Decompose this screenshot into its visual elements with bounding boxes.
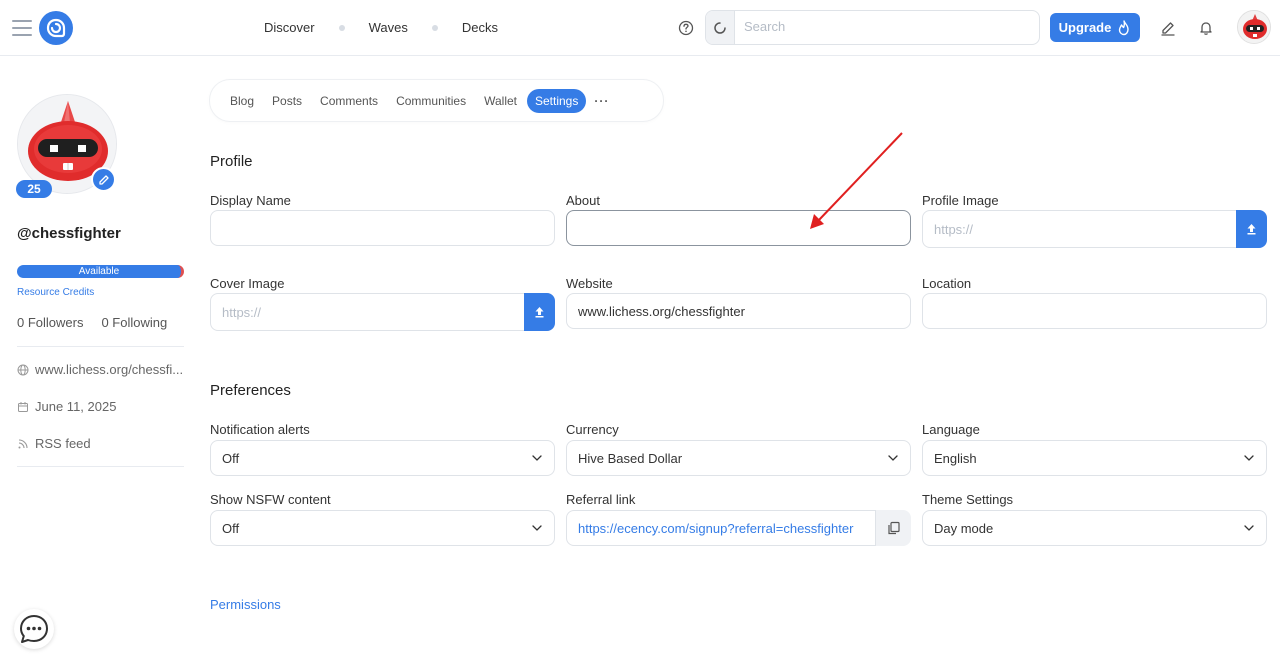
- currency-value: Hive Based Dollar: [578, 450, 683, 466]
- edit-icon[interactable]: [1160, 20, 1176, 39]
- chevron-down-icon: [1244, 525, 1254, 531]
- ecency-logo[interactable]: [39, 11, 73, 45]
- upload-icon: [535, 307, 544, 318]
- notification-value: Off: [222, 450, 240, 466]
- edit-avatar-button[interactable]: [91, 167, 116, 192]
- nsfw-select[interactable]: Off: [210, 510, 555, 546]
- joined-date: June 11, 2025: [35, 399, 117, 414]
- copy-referral-button[interactable]: [875, 510, 911, 546]
- follow-stats: 0 Followers 0 Following: [17, 315, 167, 330]
- about-field[interactable]: [566, 210, 911, 246]
- followers-count[interactable]: 0 Followers: [17, 315, 83, 330]
- tab-comments[interactable]: Comments: [312, 89, 386, 113]
- main-nav: Discover Waves Decks: [264, 20, 498, 35]
- notification-select[interactable]: Off: [210, 440, 555, 476]
- profile-section-title: Profile: [210, 153, 253, 170]
- tab-wallet[interactable]: Wallet: [476, 89, 525, 113]
- preferences-section-title: Preferences: [210, 382, 291, 399]
- referral-label: Referral link: [566, 492, 636, 507]
- website-field[interactable]: www.lichess.org/chessfighter: [566, 293, 911, 329]
- cover-image-label: Cover Image: [210, 276, 285, 291]
- chevron-down-icon: [532, 455, 542, 461]
- theme-value: Day mode: [934, 520, 994, 536]
- chevron-down-icon: [888, 455, 898, 461]
- tab-settings[interactable]: Settings: [527, 88, 587, 113]
- refresh-icon[interactable]: [706, 11, 735, 44]
- tab-posts[interactable]: Posts: [264, 89, 310, 113]
- currency-select[interactable]: Hive Based Dollar: [566, 440, 911, 476]
- cover-image-placeholder: https://: [222, 304, 262, 320]
- referral-link-field[interactable]: https://ecency.com/signup?referral=chess…: [566, 510, 876, 546]
- theme-label: Theme Settings: [922, 492, 1014, 507]
- profile-website[interactable]: www.lichess.org/chessfi...: [17, 362, 184, 377]
- currency-label: Currency: [566, 422, 619, 437]
- notification-label: Notification alerts: [210, 422, 310, 437]
- user-avatar[interactable]: [1237, 10, 1271, 44]
- profile-joined: June 11, 2025: [17, 399, 184, 414]
- profile-image-upload-button[interactable]: [1236, 210, 1267, 248]
- resource-credits-link[interactable]: Resource Credits: [17, 287, 94, 298]
- more-tabs-icon[interactable]: ···: [594, 94, 609, 108]
- chevron-down-icon: [532, 525, 542, 531]
- profile-tabs: Blog Posts Comments Communities Wallet S…: [210, 80, 663, 121]
- search-bar: [705, 10, 1040, 45]
- resource-credits-bar: Available: [17, 265, 184, 278]
- upload-icon: [1247, 224, 1256, 235]
- profile-image-label: Profile Image: [922, 193, 999, 208]
- rss-icon: [18, 438, 28, 448]
- website-text: www.lichess.org/chessfi...: [35, 362, 184, 377]
- menu-icon[interactable]: [12, 20, 32, 36]
- location-field[interactable]: [922, 293, 1267, 329]
- display-name-field[interactable]: [210, 210, 555, 246]
- divider: [17, 466, 184, 467]
- tab-communities[interactable]: Communities: [388, 89, 474, 113]
- upgrade-label: Upgrade: [1058, 20, 1112, 35]
- help-icon[interactable]: [678, 20, 694, 36]
- theme-select[interactable]: Day mode: [922, 510, 1267, 546]
- permissions-link[interactable]: Permissions: [210, 597, 281, 612]
- profile-image-field[interactable]: https://: [922, 210, 1242, 248]
- following-count[interactable]: 0 Following: [101, 315, 167, 330]
- divider: [17, 346, 184, 347]
- nav-waves[interactable]: Waves: [369, 20, 408, 35]
- nsfw-value: Off: [222, 520, 240, 536]
- calendar-icon: [18, 401, 28, 412]
- rss-text: RSS feed: [35, 436, 91, 451]
- top-bar: Discover Waves Decks Upgrade: [0, 0, 1280, 56]
- nav-discover[interactable]: Discover: [264, 20, 315, 35]
- nav-decks[interactable]: Decks: [462, 20, 498, 35]
- cover-image-upload-button[interactable]: [524, 293, 555, 331]
- search-input[interactable]: [744, 19, 1024, 34]
- profile-username: @chessfighter: [17, 225, 121, 242]
- bell-icon[interactable]: [1198, 20, 1214, 39]
- nav-separator: [338, 24, 345, 31]
- profile-image-placeholder: https://: [934, 221, 974, 237]
- copy-icon: [888, 521, 900, 535]
- globe-icon: [17, 364, 29, 375]
- upgrade-button[interactable]: Upgrade: [1050, 13, 1140, 42]
- tab-blog[interactable]: Blog: [222, 89, 262, 113]
- display-name-label: Display Name: [210, 193, 291, 208]
- language-label: Language: [922, 422, 980, 437]
- flame-icon: [1119, 19, 1130, 35]
- chat-bubble-icon[interactable]: [14, 609, 54, 649]
- reputation-badge: 25: [16, 180, 52, 198]
- website-label: Website: [566, 276, 613, 291]
- cover-image-field[interactable]: https://: [210, 293, 530, 331]
- rss-feed-link[interactable]: RSS feed: [17, 436, 184, 451]
- location-label: Location: [922, 276, 972, 291]
- referral-link-value: https://ecency.com/signup?referral=chess…: [578, 520, 854, 536]
- nsfw-label: Show NSFW content: [210, 492, 331, 507]
- language-value: English: [934, 450, 977, 466]
- about-label: About: [566, 193, 600, 208]
- language-select[interactable]: English: [922, 440, 1267, 476]
- nav-separator: [431, 24, 438, 31]
- chevron-down-icon: [1244, 455, 1254, 461]
